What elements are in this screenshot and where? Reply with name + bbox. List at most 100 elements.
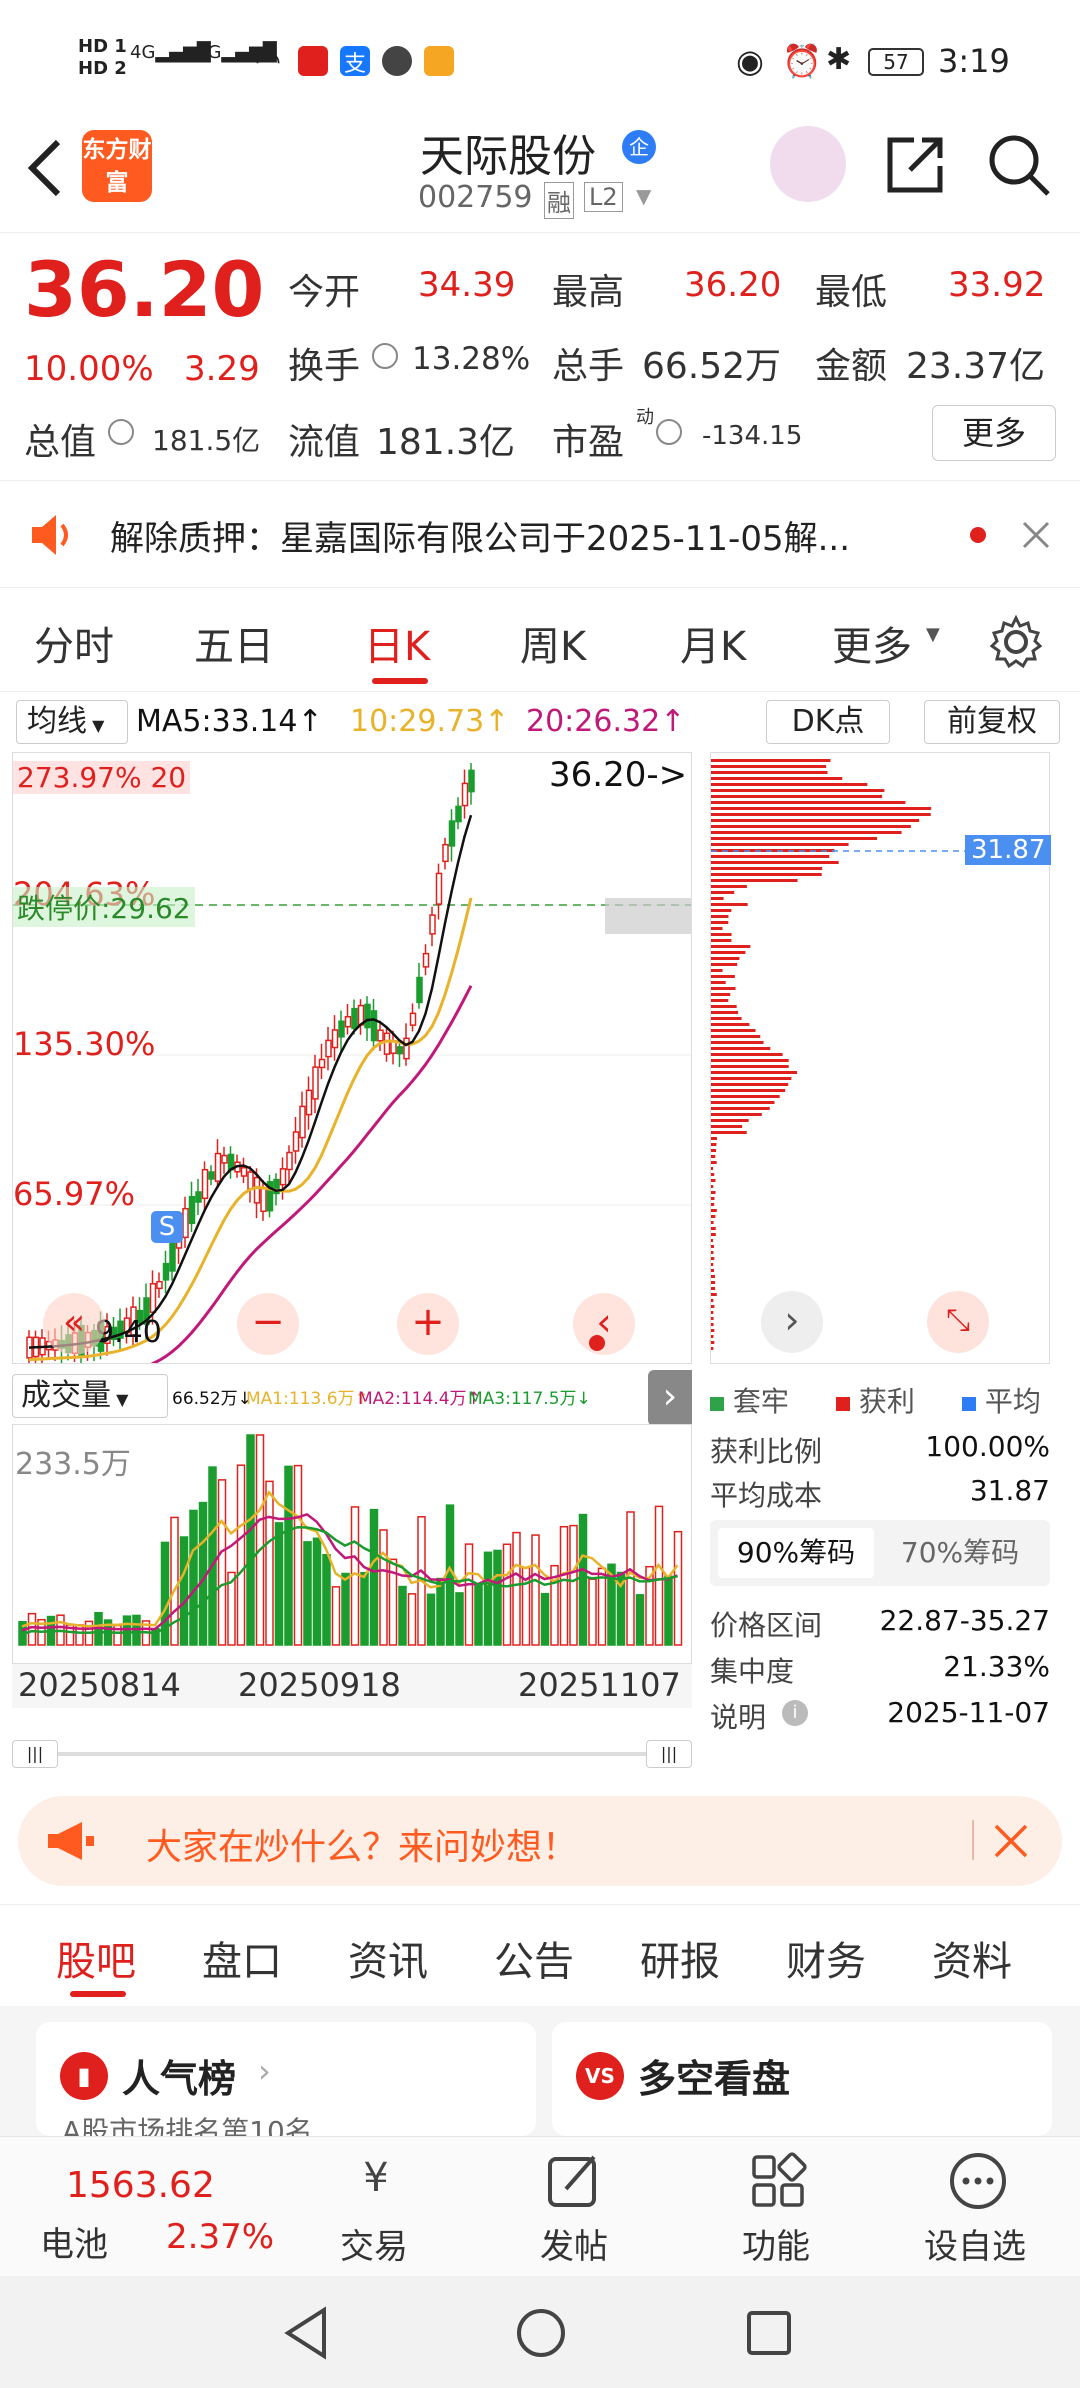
percent-label-65: 65.97% [13,1175,136,1213]
legend-trapped: 套牢 [710,1380,789,1420]
tab-monthly-k[interactable]: 月K [680,614,746,672]
more-dots-icon[interactable] [948,2151,1008,2211]
chevron-down-icon[interactable]: ▼ [636,184,651,208]
tab-news[interactable]: 资讯 [348,1929,428,1987]
nav-trade[interactable]: 交易 [340,2219,408,2268]
chevron-right-icon[interactable]: › [761,1291,823,1353]
volume-indicator-select[interactable]: 成交量 ▼ [12,1374,168,1418]
volume-bar [588,1578,597,1646]
index-value[interactable]: 1563.62 [66,2165,215,2206]
megaphone-icon [48,1822,94,1860]
close-icon[interactable] [1020,519,1052,551]
index-name[interactable]: 电池 [40,2217,108,2266]
adjust-button[interactable]: 前复权 [924,700,1060,744]
chip-bar [711,795,883,798]
tab-daily-k[interactable]: 日K [364,614,430,672]
volume-chart[interactable]: 233.5万 [12,1424,692,1664]
tab-announcements[interactable]: 公告 [494,1929,574,1987]
scrollbar-right-handle[interactable]: ||| [646,1740,692,1768]
info-icon[interactable] [108,419,134,445]
scroll-left-icon[interactable]: « [43,1293,105,1355]
tab-research[interactable]: 研报 [640,1929,720,1987]
tab-order-book[interactable]: 盘口 [202,1929,282,1987]
pe-sup: 动 [636,407,654,428]
chip-bar [711,1275,715,1278]
price-range-value: 22.87-35.27 [879,1604,1050,1637]
volume-bar [303,1541,312,1646]
zoom-in-icon[interactable]: + [397,1293,459,1355]
index-change[interactable]: 2.37% [166,2217,274,2257]
info-icon[interactable] [656,419,682,445]
ai-assistant-icon[interactable] [770,126,846,202]
indicator-select[interactable]: 均线 ▼ [16,700,128,744]
share-icon[interactable] [884,132,948,196]
candle [448,820,456,847]
ai-promo-banner[interactable]: 大家在炒什么？来问妙想！ [18,1796,1062,1886]
s-signal-badge[interactable]: S [151,1211,183,1243]
tab-forum[interactable]: 股吧 [56,1929,136,1987]
tab-five-day[interactable]: 五日 [194,614,274,672]
trade-icon[interactable]: ¥ [340,2155,412,2215]
edit-icon[interactable] [544,2151,604,2211]
settings-icon[interactable] [988,614,1044,670]
tab-chip-90[interactable]: 90%筹码 [718,1528,874,1578]
volume-bar [597,1567,607,1646]
nav-post[interactable]: 发帖 [540,2219,608,2268]
float-label: 流值 [288,422,361,463]
bull-bear-card[interactable]: VS 多空看盘 [552,2022,1052,2136]
quote-panel: 36.20 10.00% 3.29 今开 34.39 最高 36.20 最低 3… [0,232,1080,472]
nav-add-watchlist[interactable]: 设自选 [924,2219,1026,2268]
scrollbar-left-handle[interactable]: ||| [12,1740,58,1768]
chip-bar [711,1191,716,1194]
volume-bar [246,1434,255,1646]
tab-financials[interactable]: 财务 [786,1929,866,1987]
home-circle-icon[interactable] [514,2306,568,2360]
candle [370,1010,378,1042]
chip-bar [711,1329,715,1332]
chip-bar [711,885,747,888]
chip-bar [711,1335,714,1338]
chip-bar [711,1215,716,1218]
nav-functions[interactable]: 功能 [742,2219,810,2268]
close-icon[interactable] [992,1822,1030,1860]
more-button[interactable]: 更多 [932,405,1056,461]
expand-icon[interactable]: ⤡ [927,1291,989,1353]
vol-ma2: MA2:114.4万↑ [358,1389,481,1409]
chip-distribution-chart[interactable]: 31.87 › ⤡ [710,752,1052,1364]
chip-bar [711,897,724,900]
chevron-left-icon[interactable] [20,136,70,200]
recents-square-icon[interactable] [744,2308,794,2358]
volume-bar [654,1505,664,1646]
chip-bar [711,1089,786,1092]
candlestick-chart[interactable]: 273.97% 20 36.20-> 204.63% 跌停价:29.62 135… [12,752,692,1380]
dk-point-button[interactable]: DK点 [766,700,890,744]
search-icon[interactable] [986,132,1052,198]
popularity-card[interactable]: ▮ 人气榜 › A股市场排名第10名 [36,2022,536,2136]
chip-bar [711,921,729,924]
margin-tag: 融 [544,182,574,219]
back-triangle-icon[interactable] [282,2306,332,2360]
volume-bar [445,1504,455,1646]
tab-more[interactable]: 更多 [832,614,912,672]
bottom-navigation: 1563.62 电池 2.37% ¥ 交易 发帖 功能 设自选 [0,2136,1080,2276]
expand-panel-icon[interactable]: › [648,1370,692,1426]
volume-bar [208,1466,217,1646]
apps-icon[interactable] [748,2151,808,2211]
tab-minute[interactable]: 分时 [34,614,114,672]
info-icon[interactable] [372,343,398,369]
tab-weekly-k[interactable]: 周K [520,614,586,672]
tab-chip-70[interactable]: 70%筹码 [882,1528,1038,1578]
date-axis: 20250814 20250918 20251107 [12,1664,692,1708]
candle [403,1037,410,1060]
chip-bar [711,1239,714,1242]
notice-bar[interactable]: 解除质押：星嘉国际有限公司于2025-11-05解... [0,480,1080,588]
mcap-value: 181.5亿 [152,424,261,457]
chip-bar [711,783,868,786]
range-scrollbar[interactable]: ||| ||| [12,1740,692,1768]
volume-bar [255,1434,265,1646]
info-icon[interactable]: i [782,1700,808,1726]
tab-profile[interactable]: 资料 [932,1929,1012,1987]
app-logo: 东方财富 [82,130,152,202]
zoom-out-icon[interactable]: − [237,1293,299,1355]
chip-bar [711,957,740,960]
